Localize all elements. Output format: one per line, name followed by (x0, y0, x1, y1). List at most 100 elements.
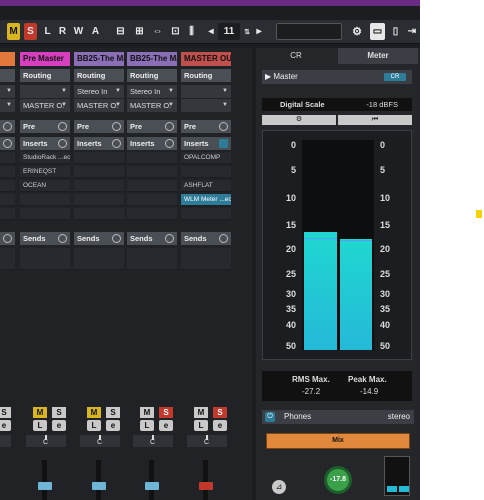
solo-button[interactable]: S (52, 407, 66, 418)
power-icon[interactable] (3, 234, 12, 243)
link-icon[interactable]: ⇔ (150, 23, 165, 40)
routing-header[interactable]: Routing (127, 69, 177, 82)
insert-slot[interactable]: OPALCOMP (181, 152, 231, 164)
expand-icon[interactable]: ▶ (265, 72, 271, 81)
layout-right-icon[interactable]: ▯ (388, 23, 403, 40)
output-routing[interactable]: MASTER O. ▼ (20, 99, 70, 112)
phones-mode[interactable]: stereo (388, 410, 410, 424)
output-routing[interactable]: ▼ (181, 99, 231, 112)
insert-slot[interactable] (74, 180, 124, 192)
edit-button[interactable]: e (159, 420, 173, 431)
mute-button[interactable]: M (87, 407, 101, 418)
stepper-icon[interactable]: ⇅ (242, 23, 252, 40)
reset-button[interactable]: ⏮ (338, 115, 412, 125)
fader-handle[interactable] (199, 482, 213, 490)
pre-header[interactable]: Pre (0, 120, 15, 133)
send-slot[interactable] (127, 248, 177, 270)
mute-button[interactable]: M (140, 407, 154, 418)
sends-header[interactable]: Sends (181, 232, 231, 245)
power-icon[interactable] (3, 122, 12, 131)
fader-track[interactable] (42, 460, 47, 500)
talkback-icon[interactable]: ⊿ (272, 480, 286, 494)
phones-row[interactable]: ⏻ Phones stereo (262, 410, 414, 424)
next-arrow-icon[interactable]: ▸ (254, 23, 264, 40)
insert-slot[interactable] (181, 208, 231, 220)
listen-button[interactable]: L (33, 420, 47, 431)
tab-cr[interactable]: CR (256, 48, 336, 64)
channel-settings-icon[interactable]: ⊞ (132, 23, 147, 40)
automation-button[interactable]: A (89, 23, 102, 40)
fader-track[interactable] (96, 460, 101, 500)
inserts-header[interactable]: Inserts (74, 137, 124, 150)
power-icon[interactable] (219, 234, 228, 243)
fader-handle[interactable] (145, 482, 159, 490)
channel-name[interactable]: MASTER OUT (181, 52, 231, 66)
insert-slot[interactable]: ERINEQST (20, 166, 70, 178)
listen-button[interactable]: L (140, 420, 154, 431)
fader-handle[interactable] (92, 482, 106, 490)
solo-button[interactable]: S (106, 407, 120, 418)
insert-slot[interactable] (0, 194, 15, 206)
fader-view-icon[interactable]: ⫼ (184, 23, 199, 40)
write-button[interactable]: W (72, 23, 85, 40)
listen-button[interactable]: L (41, 23, 54, 40)
listen-button[interactable]: L (194, 420, 208, 431)
send-slot[interactable] (74, 248, 124, 270)
power-icon[interactable] (58, 234, 67, 243)
counter-field[interactable]: 11 (218, 23, 240, 40)
insert-slot[interactable] (0, 166, 15, 178)
sends-header[interactable]: Sends (127, 232, 177, 245)
scale-value[interactable]: -18 dBFS (366, 98, 398, 111)
insert-slot[interactable] (74, 166, 124, 178)
solo-button[interactable]: S (0, 407, 11, 418)
pre-header[interactable]: Pre (20, 120, 70, 133)
insert-slot[interactable] (127, 180, 177, 192)
channel-name[interactable]: BB25-The Ma. (127, 52, 177, 66)
output-routing[interactable]: MASTER O. ▼ (127, 99, 177, 112)
insert-slot[interactable]: WLM Meter ...eo (181, 194, 231, 206)
insert-slot[interactable]: ASHFLAT (181, 180, 231, 192)
channel-name[interactable]: BB25-The Ma. (74, 52, 124, 66)
send-slot[interactable] (181, 248, 231, 270)
pre-header[interactable]: Pre (127, 120, 177, 133)
input-routing[interactable]: ▼ (0, 85, 15, 98)
send-slot[interactable] (20, 248, 70, 270)
cr-badge[interactable]: CR (384, 73, 406, 81)
insert-slot[interactable] (127, 208, 177, 220)
volume-knob[interactable]: -17.8 (324, 466, 352, 494)
insert-slot[interactable] (74, 194, 124, 206)
insert-slot[interactable] (0, 208, 15, 220)
power-icon[interactable] (165, 234, 174, 243)
meter-settings-button[interactable]: ⚙ (262, 115, 336, 125)
channel-name[interactable]: - x. (0, 52, 15, 66)
snap-icon[interactable]: ⊟ (113, 23, 128, 40)
gear-icon[interactable]: ⚙ (350, 23, 364, 40)
power-icon[interactable] (58, 122, 67, 131)
insert-slot[interactable] (0, 180, 15, 192)
inserts-header[interactable]: Inserts (20, 137, 70, 150)
fader-handle[interactable] (38, 482, 52, 490)
routing-header[interactable]: Routing (74, 69, 124, 82)
insert-slot[interactable] (127, 152, 177, 164)
output-routing[interactable]: MASTER O. ▼ (74, 99, 124, 112)
layout-left-icon[interactable]: ▭ (370, 23, 385, 40)
edit-button[interactable]: e (0, 420, 11, 431)
insert-slot[interactable]: StudioRack ...eo (20, 152, 70, 164)
power-icon[interactable] (219, 122, 228, 131)
search-field[interactable] (276, 23, 342, 40)
mute-button[interactable]: M (33, 407, 47, 418)
solo-button[interactable]: S (24, 23, 37, 40)
routing-header[interactable]: Routing (181, 69, 231, 82)
power-icon[interactable] (112, 122, 121, 131)
edit-button[interactable]: e (106, 420, 120, 431)
export-icon[interactable]: ⇥ (406, 23, 418, 40)
mix-button[interactable]: Mix (266, 433, 410, 449)
pan-control[interactable]: C (80, 435, 120, 447)
fader-track[interactable] (203, 460, 208, 500)
listen-button[interactable]: L (87, 420, 101, 431)
power-icon[interactable] (112, 234, 121, 243)
output-routing[interactable]: ▼ (0, 99, 15, 112)
pre-header[interactable]: Pre (181, 120, 231, 133)
sends-header[interactable]: Sends (74, 232, 124, 245)
insert-slot[interactable] (74, 152, 124, 164)
